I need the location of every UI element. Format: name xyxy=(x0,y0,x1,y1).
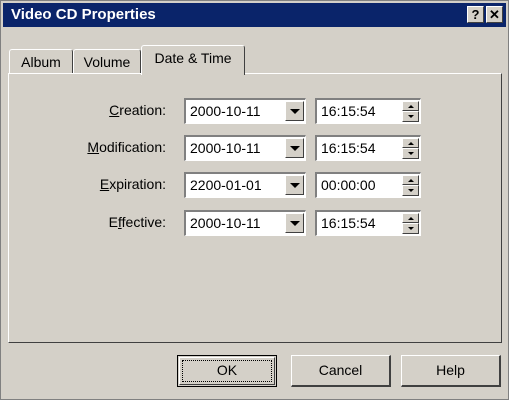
effective-label: Effective: xyxy=(108,214,166,230)
creation-time-value: 16:15:54 xyxy=(321,103,376,119)
modification-time-value: 16:15:54 xyxy=(321,140,376,156)
modification-date-dropdown-button[interactable] xyxy=(285,138,304,158)
expiration-date-combo[interactable]: 2200-01-01 xyxy=(184,172,306,198)
close-icon[interactable]: ✕ xyxy=(486,6,503,23)
spin-up-icon[interactable] xyxy=(402,175,419,185)
help-button[interactable]: Help xyxy=(401,355,501,387)
window-title: Video CD Properties xyxy=(11,6,156,23)
ok-button[interactable]: OK xyxy=(177,355,277,387)
tab-volume[interactable]: Volume xyxy=(73,49,141,75)
ok-button-label: OK xyxy=(216,362,238,378)
creation-time-spinner[interactable] xyxy=(402,101,419,122)
modification-label: Modification: xyxy=(87,139,166,155)
spin-down-icon[interactable] xyxy=(402,223,419,234)
expiration-time-value: 00:00:00 xyxy=(321,177,376,193)
dialog-window: Video CD Properties ? ✕ Album Volume Dat… xyxy=(0,0,509,400)
effective-date-value: 2000-10-11 xyxy=(190,215,261,231)
spin-down-icon[interactable] xyxy=(402,185,419,196)
cancel-button[interactable]: Cancel xyxy=(291,355,391,387)
creation-label: Creation: xyxy=(109,102,166,118)
expiration-time-field[interactable]: 00:00:00 xyxy=(315,172,421,198)
chevron-down-icon xyxy=(290,221,300,226)
expiration-date-value: 2200-01-01 xyxy=(190,177,262,193)
effective-date-combo[interactable]: 2000-10-11 xyxy=(184,210,306,236)
tab-album[interactable]: Album xyxy=(9,49,73,75)
expiration-label: Expiration: xyxy=(99,176,166,192)
creation-date-dropdown-button[interactable] xyxy=(285,101,304,121)
creation-time-field[interactable]: 16:15:54 xyxy=(315,98,421,124)
modification-time-spinner[interactable] xyxy=(402,138,419,159)
effective-date-dropdown-button[interactable] xyxy=(285,213,304,233)
creation-date-combo[interactable]: 2000-10-11 xyxy=(184,98,306,124)
spin-down-icon[interactable] xyxy=(402,111,419,122)
spin-up-icon[interactable] xyxy=(402,101,419,111)
tab-date-time[interactable]: Date & Time xyxy=(141,45,245,75)
spin-up-icon[interactable] xyxy=(402,138,419,148)
effective-time-field[interactable]: 16:15:54 xyxy=(315,210,421,236)
title-bar[interactable]: Video CD Properties ? ✕ xyxy=(3,3,506,27)
modification-date-combo[interactable]: 2000-10-11 xyxy=(184,135,306,161)
chevron-down-icon xyxy=(290,183,300,188)
modification-date-value: 2000-10-11 xyxy=(190,140,261,156)
expiration-date-dropdown-button[interactable] xyxy=(285,175,304,195)
expiration-time-spinner[interactable] xyxy=(402,175,419,196)
spin-down-icon[interactable] xyxy=(402,148,419,159)
modification-time-field[interactable]: 16:15:54 xyxy=(315,135,421,161)
chevron-down-icon xyxy=(290,109,300,114)
creation-date-value: 2000-10-11 xyxy=(190,103,261,119)
spin-up-icon[interactable] xyxy=(402,213,419,223)
effective-time-value: 16:15:54 xyxy=(321,215,376,231)
tab-panel: Creation: 2000-10-11 16:15:54 Modificati… xyxy=(8,73,502,343)
effective-time-spinner[interactable] xyxy=(402,213,419,234)
help-title-button[interactable]: ? xyxy=(467,6,484,23)
chevron-down-icon xyxy=(290,146,300,151)
